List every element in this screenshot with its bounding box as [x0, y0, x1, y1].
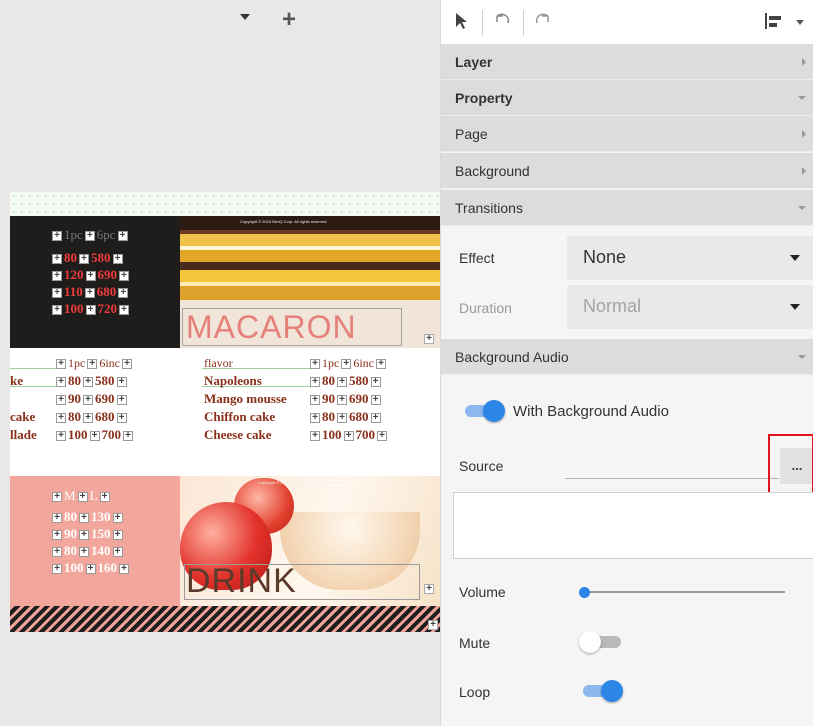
- chevron-down-icon: [798, 355, 806, 359]
- menu-design-page[interactable]: +1pc +6pc + +80 +580 + +120 +690 + +110 +680 + +…: [10, 192, 440, 632]
- section-layer[interactable]: Layer: [441, 44, 813, 80]
- highlight-box: [768, 434, 813, 500]
- cake-left-row: +90 +690 +: [10, 391, 129, 407]
- macaron-price-row: +100 +720 +: [50, 301, 131, 317]
- undo-icon[interactable]: [491, 10, 513, 34]
- cake-right-header-row: flavor +1pc +6inc +: [204, 355, 388, 371]
- macaron-price-row: +110 +680 +: [50, 284, 130, 300]
- macaron-title[interactable]: MACARON: [186, 309, 357, 346]
- with-background-audio-toggle[interactable]: [461, 399, 505, 423]
- chevron-right-icon: [802, 58, 806, 66]
- cake-price-section[interactable]: +1pc +6inc + ke +80 +580 + +90 +690 + cake +80 +6…: [10, 348, 440, 476]
- drink-title[interactable]: DRINK: [186, 562, 297, 601]
- cake-item-row: Cheese cake +100 +700 +: [204, 427, 389, 443]
- cake-item-row: Napoleons +80 +580 +: [204, 373, 383, 389]
- with-background-audio-label: With Background Audio: [513, 403, 669, 420]
- cake-item-row: Mango mousse +90 +690 +: [204, 391, 383, 407]
- cake-left-header-row: +1pc +6inc +: [10, 355, 134, 371]
- drink-header-row: + M + L +: [50, 488, 112, 504]
- property-panel: Layer Property Page Background Transitio…: [440, 0, 813, 726]
- macaron-header-row: +1pc +6pc +: [50, 227, 130, 243]
- macaron-price-row: +80 +580 +: [50, 250, 125, 266]
- source-path-textarea[interactable]: [453, 492, 813, 559]
- effect-label: Effect: [459, 250, 495, 266]
- drink-price-row: +80 +140 +: [50, 543, 125, 559]
- section-page[interactable]: Page: [441, 116, 813, 152]
- drink-price-row: +100 +160 +: [50, 560, 131, 576]
- chevron-down-icon: [790, 304, 800, 310]
- mute-toggle[interactable]: [579, 630, 623, 654]
- chevron-down-icon: [798, 96, 806, 100]
- cake-left-row: cake +80 +680 +: [10, 409, 129, 425]
- macaron-copyright: Copyright © 2015 BenQ Corp. All rights r…: [240, 219, 328, 224]
- dotted-border-strip: [10, 192, 440, 216]
- drink-price-panel[interactable]: + M + L + +80 +130 + +90 +150 + +80 +140 + +100 +16…: [10, 476, 180, 606]
- chevron-right-icon: [802, 130, 806, 138]
- align-icon[interactable]: [762, 10, 784, 34]
- macaron-price-row: +120 +690 +: [50, 267, 131, 283]
- drink-image[interactable]: Copyright © 2015 BenQ Corp. All rights r…: [180, 476, 440, 606]
- resize-handle[interactable]: +: [428, 620, 438, 630]
- cake-item-row: Chiffon cake +80 +680 +: [204, 409, 383, 425]
- drink-price-row: +80 +130 +: [50, 509, 125, 525]
- effect-select[interactable]: None: [567, 236, 813, 280]
- macaron-image[interactable]: Copyright © 2015 BenQ Corp. All rights r…: [180, 216, 440, 348]
- canvas-dropdown-caret-icon[interactable]: [240, 14, 250, 20]
- cake-left-row: ke +80 +580 +: [10, 373, 129, 389]
- macaron-price-panel[interactable]: +1pc +6pc + +80 +580 + +120 +690 + +110 +680 + +…: [10, 216, 180, 348]
- loop-label: Loop: [459, 684, 491, 700]
- section-background-audio[interactable]: Background Audio: [441, 339, 813, 375]
- design-canvas[interactable]: + +1pc +6pc + +80 +580 + +120 +690 + +110 +680 +…: [0, 0, 440, 726]
- section-property[interactable]: Property: [441, 80, 813, 116]
- source-label: Source: [459, 458, 504, 474]
- panel-toolbar: [441, 0, 813, 44]
- duration-select[interactable]: Normal: [567, 285, 813, 329]
- add-page-icon[interactable]: +: [282, 8, 296, 32]
- section-background[interactable]: Background: [441, 153, 813, 189]
- section-transitions[interactable]: Transitions: [441, 190, 813, 226]
- redo-icon[interactable]: [532, 10, 554, 34]
- source-input[interactable]: [565, 478, 779, 479]
- volume-label: Volume: [459, 584, 506, 600]
- resize-handle[interactable]: +: [424, 584, 434, 594]
- dropdown-caret-icon[interactable]: [795, 19, 805, 43]
- mute-label: Mute: [459, 635, 491, 651]
- drink-price-row: +90 +150 +: [50, 526, 125, 542]
- chevron-right-icon: [802, 167, 806, 175]
- cake-left-row: llade +100 +700 +: [10, 427, 135, 443]
- volume-slider-thumb[interactable]: [579, 587, 590, 598]
- pointer-icon[interactable]: [453, 10, 471, 34]
- resize-handle[interactable]: +: [424, 334, 434, 344]
- chevron-down-icon: [790, 255, 800, 261]
- duration-label: Duration: [459, 300, 512, 316]
- striped-footer: [10, 606, 440, 632]
- drink-copyright: Copyright © 2015 BenQ Corp. All rights r…: [258, 480, 346, 485]
- volume-slider[interactable]: [575, 584, 787, 600]
- loop-toggle[interactable]: [579, 679, 623, 703]
- chevron-down-icon: [798, 206, 806, 210]
